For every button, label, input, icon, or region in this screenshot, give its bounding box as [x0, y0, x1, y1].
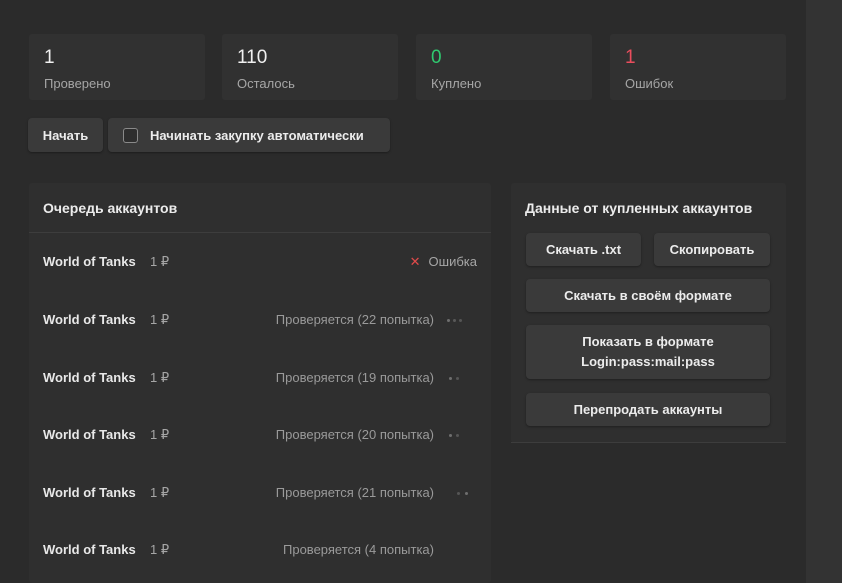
auto-buy-checkbox[interactable]: [123, 128, 138, 143]
auto-buy-toggle[interactable]: Начинать закупку автоматически: [108, 118, 390, 152]
show-format-label-line2: Login:pass:mail:pass: [581, 354, 715, 369]
queue-row-game: World of Tanks: [43, 485, 136, 500]
auto-buy-label: Начинать закупку автоматически: [150, 128, 364, 143]
queue-row-price: 1 ₽: [150, 254, 170, 269]
bought-divider: [511, 442, 786, 443]
queue-row: World of Tanks 1 ₽ Проверяется (22 попыт…: [29, 300, 491, 340]
queue-row-price: 1 ₽: [150, 542, 170, 557]
stat-bought-label: Куплено: [431, 76, 482, 91]
show-format-label-line1: Показать в формате: [582, 334, 714, 349]
stat-checked: 1 Проверено: [29, 34, 205, 100]
queue-row-price: 1 ₽: [150, 485, 170, 500]
download-custom-format-button[interactable]: Скачать в своём формате: [526, 279, 770, 312]
queue-row: World of Tanks 1 ₽ Проверяется (4 попытк…: [29, 530, 491, 570]
stat-checked-label: Проверено: [44, 76, 111, 91]
account-queue-panel: Очередь аккаунтов World of Tanks 1 ₽ ✕ Ош…: [29, 183, 491, 583]
bought-title: Данные от купленных аккаунтов: [525, 200, 753, 216]
download-txt-button[interactable]: Скачать .txt: [526, 233, 641, 266]
close-icon: ✕: [409, 254, 421, 269]
queue-row-game: World of Tanks: [43, 427, 136, 442]
queue-title: Очередь аккаунтов: [43, 200, 178, 216]
queue-row-price: 1 ₽: [150, 312, 170, 327]
loading-spinner-icon: [449, 376, 469, 382]
queue-row-game: World of Tanks: [43, 254, 136, 269]
stat-remaining-label: Осталось: [237, 76, 295, 91]
resell-accounts-button[interactable]: Перепродать аккаунты: [526, 393, 770, 426]
stat-errors: 1 Ошибок: [610, 34, 786, 100]
queue-row-status: Проверяется (22 попытка): [275, 312, 434, 327]
stat-bought: 0 Куплено: [416, 34, 592, 100]
queue-row-price: 1 ₽: [150, 427, 170, 442]
queue-row-status: Проверяется (20 попытка): [275, 427, 434, 442]
queue-row-game: World of Tanks: [43, 370, 136, 385]
loading-spinner-icon: [449, 433, 469, 439]
loading-spinner-icon: [447, 318, 467, 324]
queue-row-status: Проверяется (21 попытка): [275, 485, 434, 500]
queue-row: World of Tanks 1 ₽ ✕ Ошибка: [29, 242, 491, 282]
queue-row: World of Tanks 1 ₽ Проверяется (21 попыт…: [29, 473, 491, 513]
right-edge-panel: [806, 0, 842, 583]
queue-divider: [29, 232, 491, 233]
stat-remaining: 110 Осталось: [222, 34, 398, 100]
stat-errors-label: Ошибок: [625, 76, 674, 91]
queue-row-price: 1 ₽: [150, 370, 170, 385]
copy-button[interactable]: Скопировать: [654, 233, 770, 266]
queue-row-status: ✕ Ошибка: [410, 254, 477, 270]
queue-row-game: World of Tanks: [43, 542, 136, 557]
stat-bought-value: 0: [431, 47, 442, 68]
queue-row-status-text: Ошибка: [428, 254, 477, 269]
stat-remaining-value: 110: [237, 47, 268, 68]
queue-row: World of Tanks 1 ₽ Проверяется (19 попыт…: [29, 358, 491, 398]
queue-row-status: Проверяется (4 попытка): [283, 542, 434, 557]
start-button[interactable]: Начать: [28, 118, 103, 152]
queue-row-status: Проверяется (19 попытка): [275, 370, 434, 385]
queue-row: World of Tanks 1 ₽ Проверяется (20 попыт…: [29, 415, 491, 455]
loading-spinner-icon: [457, 491, 477, 497]
show-format-button[interactable]: Показать в формате Login:pass:mail:pass: [526, 325, 770, 379]
stat-errors-value: 1: [625, 47, 636, 68]
queue-row-game: World of Tanks: [43, 312, 136, 327]
stat-checked-value: 1: [44, 47, 55, 68]
